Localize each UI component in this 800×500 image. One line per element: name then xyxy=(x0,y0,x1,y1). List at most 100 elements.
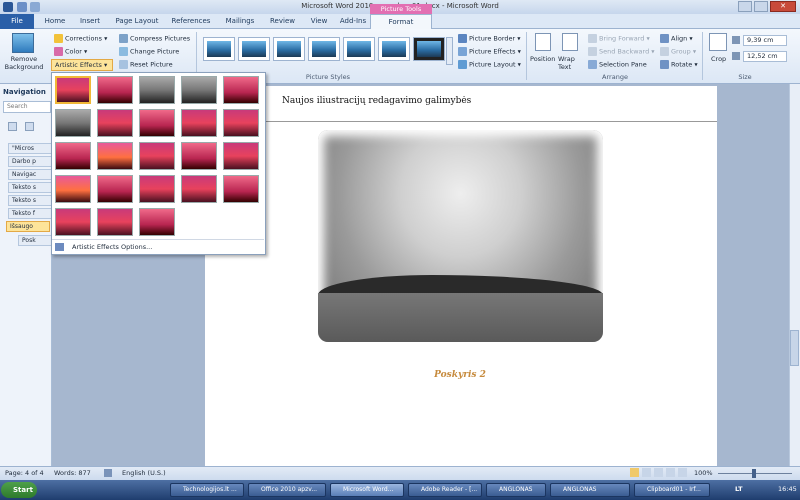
send-backward-button[interactable]: Send Backward ▾ xyxy=(588,47,655,56)
position-button[interactable]: Position xyxy=(530,55,555,63)
full-screen-icon[interactable] xyxy=(642,468,651,477)
artistic-effect-thumbnail[interactable] xyxy=(97,109,133,137)
remove-background-button[interactable]: Remove Background xyxy=(2,55,46,71)
height-field[interactable]: 9,39 cm xyxy=(743,35,787,46)
nav-heading-item[interactable]: Teksto f xyxy=(8,208,52,219)
width-field[interactable]: 12,52 cm xyxy=(743,51,787,62)
picture-border-button[interactable]: Picture Border ▾ xyxy=(458,34,521,43)
proofing-icon[interactable] xyxy=(104,469,112,477)
artistic-effect-thumbnail[interactable] xyxy=(223,109,259,137)
tab-home[interactable]: Home xyxy=(40,14,70,29)
compress-pictures-button[interactable]: Compress Pictures xyxy=(119,34,190,43)
tab-file[interactable]: File xyxy=(0,14,34,29)
artistic-effect-thumbnail[interactable] xyxy=(97,76,133,104)
picture-style-3[interactable] xyxy=(273,37,305,61)
maximize-button[interactable] xyxy=(754,1,768,12)
taskbar-item[interactable]: Technologijos.lt ... xyxy=(170,483,244,497)
crop-button[interactable]: Crop xyxy=(711,55,726,63)
artistic-effect-thumbnail[interactable] xyxy=(55,208,91,236)
selection-pane-button[interactable]: Selection Pane xyxy=(588,60,647,69)
nav-heading-item[interactable]: Teksto s xyxy=(8,182,52,193)
picture-style-6[interactable] xyxy=(378,37,410,61)
artistic-effect-thumbnail[interactable] xyxy=(139,142,175,170)
group-button[interactable]: Group ▾ xyxy=(660,47,696,56)
nav-heading-item[interactable]: Teksto s xyxy=(8,195,52,206)
artistic-effect-thumbnail[interactable] xyxy=(55,175,91,203)
taskbar-item[interactable]: ANGLONAS xyxy=(486,483,546,497)
artistic-effect-thumbnail[interactable] xyxy=(55,109,91,137)
artistic-effect-thumbnail[interactable] xyxy=(97,208,133,236)
artistic-effect-thumbnail[interactable] xyxy=(223,175,259,203)
close-button[interactable]: ✕ xyxy=(770,1,796,12)
change-picture-button[interactable]: Change Picture xyxy=(119,47,179,56)
artistic-effect-thumbnail[interactable] xyxy=(139,109,175,137)
zoom-level[interactable]: 100% xyxy=(694,469,713,477)
artistic-effect-thumbnail[interactable] xyxy=(181,175,217,203)
scroll-thumb[interactable] xyxy=(790,330,799,366)
artistic-effects-options[interactable]: Artistic Effects Options... xyxy=(52,239,264,254)
print-layout-icon[interactable] xyxy=(630,468,639,477)
artistic-effect-thumbnail[interactable] xyxy=(97,142,133,170)
crop-icon[interactable] xyxy=(709,33,727,51)
artistic-effect-thumbnail[interactable] xyxy=(139,175,175,203)
outline-icon[interactable] xyxy=(666,468,675,477)
tab-mailings[interactable]: Mailings xyxy=(220,14,260,29)
remove-background-icon[interactable] xyxy=(12,33,34,53)
artistic-effect-thumbnail[interactable] xyxy=(181,142,217,170)
nav-subheading-item[interactable]: Posk xyxy=(18,235,52,246)
artistic-effect-thumbnail[interactable] xyxy=(139,208,175,236)
picture-style-5[interactable] xyxy=(343,37,375,61)
tab-add-ins[interactable]: Add-Ins xyxy=(336,14,370,29)
artistic-effect-thumbnail[interactable] xyxy=(223,76,259,104)
start-button[interactable]: Start xyxy=(1,482,37,498)
reset-picture-button[interactable]: Reset Picture xyxy=(119,60,173,69)
taskbar-item[interactable]: Clipboard01 - Irf... xyxy=(634,483,710,497)
wrap-text-icon[interactable] xyxy=(562,33,578,51)
word-count[interactable]: Words: 877 xyxy=(54,469,91,477)
artistic-effect-thumbnail[interactable] xyxy=(223,142,259,170)
selected-picture[interactable] xyxy=(318,130,603,342)
wrap-text-button[interactable]: Wrap Text xyxy=(558,55,584,71)
taskbar-item[interactable]: Office 2010 apzv... xyxy=(248,483,326,497)
tab-format[interactable]: Format xyxy=(370,14,432,30)
rotate-button[interactable]: Rotate ▾ xyxy=(660,60,698,69)
language-indicator[interactable]: LT xyxy=(735,485,743,493)
styles-more-button[interactable] xyxy=(446,37,453,65)
nav-heading-item-selected[interactable]: Išsaugo xyxy=(6,221,50,232)
headings-view-icon[interactable] xyxy=(8,122,17,131)
taskbar-item[interactable]: ANGLONAS xyxy=(550,483,630,497)
artistic-effect-thumbnail[interactable] xyxy=(181,109,217,137)
picture-style-4[interactable] xyxy=(308,37,340,61)
picture-style-2[interactable] xyxy=(238,37,270,61)
nav-heading-item[interactable]: Darbo p xyxy=(8,156,52,167)
nav-heading-item[interactable]: Navigac xyxy=(8,169,52,180)
color-button[interactable]: Color ▾ xyxy=(54,47,87,56)
position-icon[interactable] xyxy=(535,33,551,51)
nav-heading-item[interactable]: "Micros xyxy=(8,143,52,154)
artistic-effect-thumbnail[interactable] xyxy=(139,76,175,104)
picture-style-1[interactable] xyxy=(203,37,235,61)
draft-icon[interactable] xyxy=(678,468,687,477)
clock[interactable]: 16:45 xyxy=(778,485,797,493)
picture-layout-button[interactable]: Picture Layout ▾ xyxy=(458,60,521,69)
taskbar-item[interactable]: Adobe Reader - [... xyxy=(408,483,482,497)
web-layout-icon[interactable] xyxy=(654,468,663,477)
corrections-button[interactable]: Corrections ▾ xyxy=(54,34,107,43)
bring-forward-button[interactable]: Bring Forward ▾ xyxy=(588,34,650,43)
artistic-effect-thumbnail[interactable] xyxy=(97,175,133,203)
minimize-button[interactable] xyxy=(738,1,752,12)
language[interactable]: English (U.S.) xyxy=(122,469,166,477)
tab-page-layout[interactable]: Page Layout xyxy=(112,14,162,29)
artistic-effects-button[interactable]: Artistic Effects ▾ xyxy=(51,59,113,71)
tab-view[interactable]: View xyxy=(305,14,333,29)
artistic-effect-thumbnail[interactable] xyxy=(55,76,91,104)
zoom-slider-thumb[interactable] xyxy=(752,469,756,478)
navigation-search[interactable]: Search Docum xyxy=(3,101,51,113)
tab-references[interactable]: References xyxy=(167,14,215,29)
align-button[interactable]: Align ▾ xyxy=(660,34,693,43)
page-count[interactable]: Page: 4 of 4 xyxy=(5,469,44,477)
tab-review[interactable]: Review xyxy=(265,14,300,29)
pages-view-icon[interactable] xyxy=(25,122,34,131)
picture-style-7[interactable] xyxy=(413,37,445,61)
picture-effects-button[interactable]: Picture Effects ▾ xyxy=(458,47,521,56)
